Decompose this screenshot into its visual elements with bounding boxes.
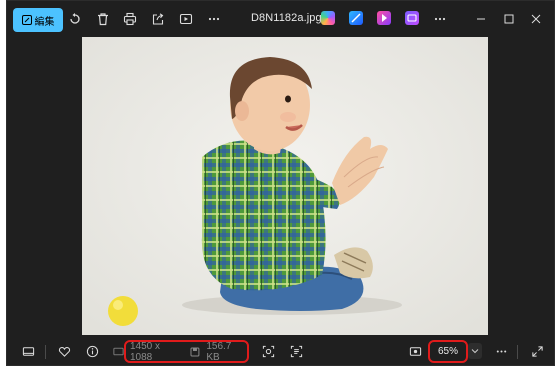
slideshow-icon <box>179 13 193 25</box>
separator <box>517 345 518 359</box>
separator <box>45 345 46 359</box>
fullscreen-icon <box>531 345 543 357</box>
text-extract-button[interactable] <box>287 342 305 360</box>
chevron-down-icon <box>471 349 479 354</box>
delete-button[interactable] <box>94 10 112 28</box>
edit-label: 編集 <box>34 16 55 28</box>
photo <box>82 37 488 335</box>
info-icon <box>86 345 98 357</box>
fullscreen-button[interactable] <box>528 342 546 360</box>
print-button[interactable] <box>121 10 139 28</box>
maximize-button[interactable] <box>499 9 519 29</box>
slideshow-button[interactable] <box>177 10 195 28</box>
clipchamp-icon[interactable] <box>377 11 391 25</box>
clipchamp-glyph-icon <box>382 14 387 22</box>
visual-search-icon <box>262 345 274 357</box>
more-icon <box>208 17 220 21</box>
favorite-button[interactable] <box>55 342 73 360</box>
maximize-icon <box>504 14 514 24</box>
rotate-button[interactable] <box>66 10 84 28</box>
bottom-bar: 1450 x 1088 156.7 KB 65% <box>7 335 554 367</box>
photos-app-window: 編集 D8N1182a.jpg 1450 x 1088 156.7 KB 65% <box>6 0 555 366</box>
file-info-highlight: 1450 x 1088 156.7 KB <box>124 340 249 363</box>
close-button[interactable] <box>526 9 546 29</box>
share-icon <box>152 13 164 25</box>
more-options-button[interactable] <box>492 342 510 360</box>
filmstrip-button[interactable] <box>19 342 37 360</box>
top-toolbar: 編集 D8N1182a.jpg <box>7 1 554 37</box>
designer-icon[interactable] <box>349 11 363 25</box>
fit-icon <box>409 346 421 356</box>
copilot-icon[interactable] <box>321 11 335 25</box>
image-canvas[interactable] <box>7 37 554 335</box>
fit-button[interactable] <box>406 342 424 360</box>
app-glyph-icon <box>407 14 417 22</box>
edit-icon <box>21 15 32 25</box>
more-button[interactable] <box>205 10 223 28</box>
filmstrip-icon <box>22 346 34 356</box>
zoom-level: 65% <box>437 346 458 357</box>
designer-glyph-icon <box>351 13 361 23</box>
file-size: 156.7 KB <box>206 340 232 363</box>
rotate-icon <box>70 13 80 24</box>
baby-photo-image <box>82 37 488 335</box>
share-button[interactable] <box>149 10 167 28</box>
delete-icon <box>98 13 108 26</box>
minimize-icon <box>477 18 485 20</box>
edit-button[interactable]: 編集 <box>13 8 63 32</box>
file-name: D8N1182a.jpg <box>251 12 322 24</box>
file-size-icon <box>190 347 200 356</box>
zoom-level-button[interactable]: 65% <box>428 340 468 363</box>
favorite-icon <box>58 346 70 357</box>
print-icon <box>123 12 137 26</box>
close-icon <box>531 14 541 24</box>
more-icon <box>496 349 506 353</box>
app-icon[interactable] <box>405 11 419 25</box>
minimize-button[interactable] <box>471 9 491 29</box>
info-button[interactable] <box>83 342 101 360</box>
visual-search-button[interactable] <box>259 342 277 360</box>
more-icon <box>434 17 446 21</box>
text-extract-icon <box>290 345 302 357</box>
image-size-icon <box>112 347 124 355</box>
zoom-dropdown-button[interactable] <box>468 343 482 359</box>
apps-more-button[interactable] <box>431 10 449 28</box>
image-dimensions: 1450 x 1088 <box>130 340 161 363</box>
